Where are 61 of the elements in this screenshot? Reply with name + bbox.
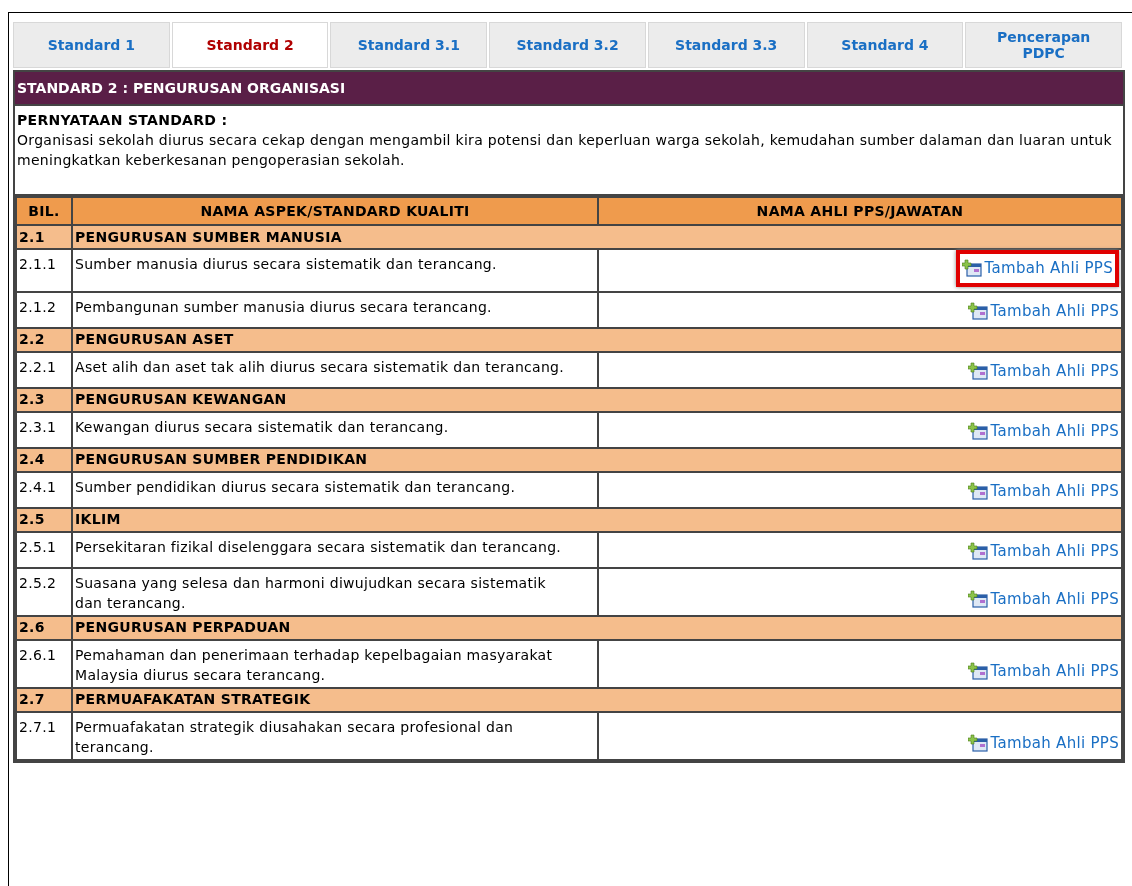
section-number: 2.3 <box>16 387 72 412</box>
tab[interactable]: Standard 3.1 <box>330 22 488 68</box>
item-number: 2.5.1 <box>16 531 72 568</box>
add-member-link[interactable]: Tambah Ahli PPS <box>967 360 1119 383</box>
column-header: NAMA ASPEK/STANDARD KUALITI <box>72 197 598 225</box>
statement-text: Organisasi sekolah diurus secara cekap dengan mengambil kira potensi dan keperluan warga sekolah, kemudahan sumber dalaman dan luaran untuk meningkatkan keberkesanan pengoperasian sekolah. <box>17 131 1113 170</box>
item-description: Aset alih dan aset tak alih diurus secara sistematik dan terancang. <box>72 351 598 388</box>
item-description: Sumber pendidikan diurus secara sistematik dan terancang. <box>72 471 598 508</box>
add-member-link[interactable]: Tambah Ahli PPS <box>967 480 1119 503</box>
section-heading: PERMUAFAKATAN STRATEGIK <box>72 687 1122 712</box>
tab[interactable]: Standard 1 <box>13 22 170 68</box>
item-number: 2.7.1 <box>16 711 72 760</box>
add-window-icon <box>967 422 988 441</box>
add-member-link[interactable]: Tambah Ahli PPS <box>967 540 1119 563</box>
add-member-link[interactable]: Tambah Ahli PPS <box>967 588 1119 611</box>
item-number: 2.2.1 <box>16 351 72 388</box>
item-number: 2.1.2 <box>16 291 72 328</box>
section-number: 2.2 <box>16 327 72 352</box>
item-description: Kewangan diurus secara sistematik dan terancang. <box>72 411 598 448</box>
item-number: 2.6.1 <box>16 639 72 688</box>
section-heading: PENGURUSAN KEWANGAN <box>72 387 1122 412</box>
column-header: BIL. <box>16 197 72 225</box>
tab[interactable]: Standard 4 <box>806 22 964 68</box>
item-description: Sumber manusia diurus secara sistematik dan terancang. <box>72 249 598 292</box>
item-number: 2.5.2 <box>16 567 72 616</box>
section-heading: PENGURUSAN PERPADUAN <box>72 615 1122 640</box>
section-heading: IKLIM <box>72 507 1122 532</box>
column-header: NAMA AHLI PPS/JAWATAN <box>598 197 1122 225</box>
add-window-icon <box>967 590 988 609</box>
add-window-icon <box>967 662 988 681</box>
section-number: 2.4 <box>16 447 72 472</box>
section-title-bar: STANDARD 2 : PENGURUSAN ORGANISASI <box>15 72 1123 106</box>
item-number: 2.3.1 <box>16 411 72 448</box>
add-member-link[interactable]: Tambah Ahli PPS <box>967 300 1119 323</box>
add-window-icon <box>961 259 982 278</box>
section-heading: PENGURUSAN SUMBER PENDIDIKAN <box>72 447 1122 472</box>
tab[interactable]: Pencerapan PDPC <box>965 22 1123 68</box>
section-heading: PENGURUSAN ASET <box>72 327 1122 352</box>
add-member-link[interactable]: Tambah Ahli PPS <box>967 660 1119 683</box>
add-window-icon <box>967 542 988 561</box>
statement-heading: PERNYATAAN STANDARD : <box>17 111 229 130</box>
add-window-icon <box>967 302 988 321</box>
add-member-link[interactable]: Tambah Ahli PPS <box>967 732 1119 755</box>
add-window-icon <box>967 362 988 381</box>
item-description: Pembangunan sumber manusia diurus secara terancang. <box>72 291 598 328</box>
item-number: 2.4.1 <box>16 471 72 508</box>
item-description: Pemahaman dan penerimaan terhadap kepelbagaian masyarakat Malaysia diurus secara terancang. <box>72 639 598 688</box>
item-description: Persekitaran fizikal diselenggara secara sistematik dan terancang. <box>72 531 598 568</box>
section-number: 2.7 <box>16 687 72 712</box>
add-member-link[interactable]: Tambah Ahli PPS <box>967 420 1119 443</box>
section-number: 2.6 <box>16 615 72 640</box>
item-description: Permuafakatan strategik diusahakan secara profesional dan terancang. <box>72 711 598 760</box>
item-description: Suasana yang selesa dan harmoni diwujudkan secara sistematik dan terancang. <box>72 567 598 616</box>
section-number: 2.5 <box>16 507 72 532</box>
add-window-icon <box>967 734 988 753</box>
item-number: 2.1.1 <box>16 249 72 292</box>
add-member-link[interactable]: Tambah Ahli PPS <box>955 250 1119 287</box>
tab[interactable]: Standard 2 <box>171 22 329 68</box>
add-window-icon <box>967 482 988 501</box>
tab[interactable]: Standard 3.3 <box>647 22 805 68</box>
tab[interactable]: Standard 3.2 <box>489 22 646 68</box>
